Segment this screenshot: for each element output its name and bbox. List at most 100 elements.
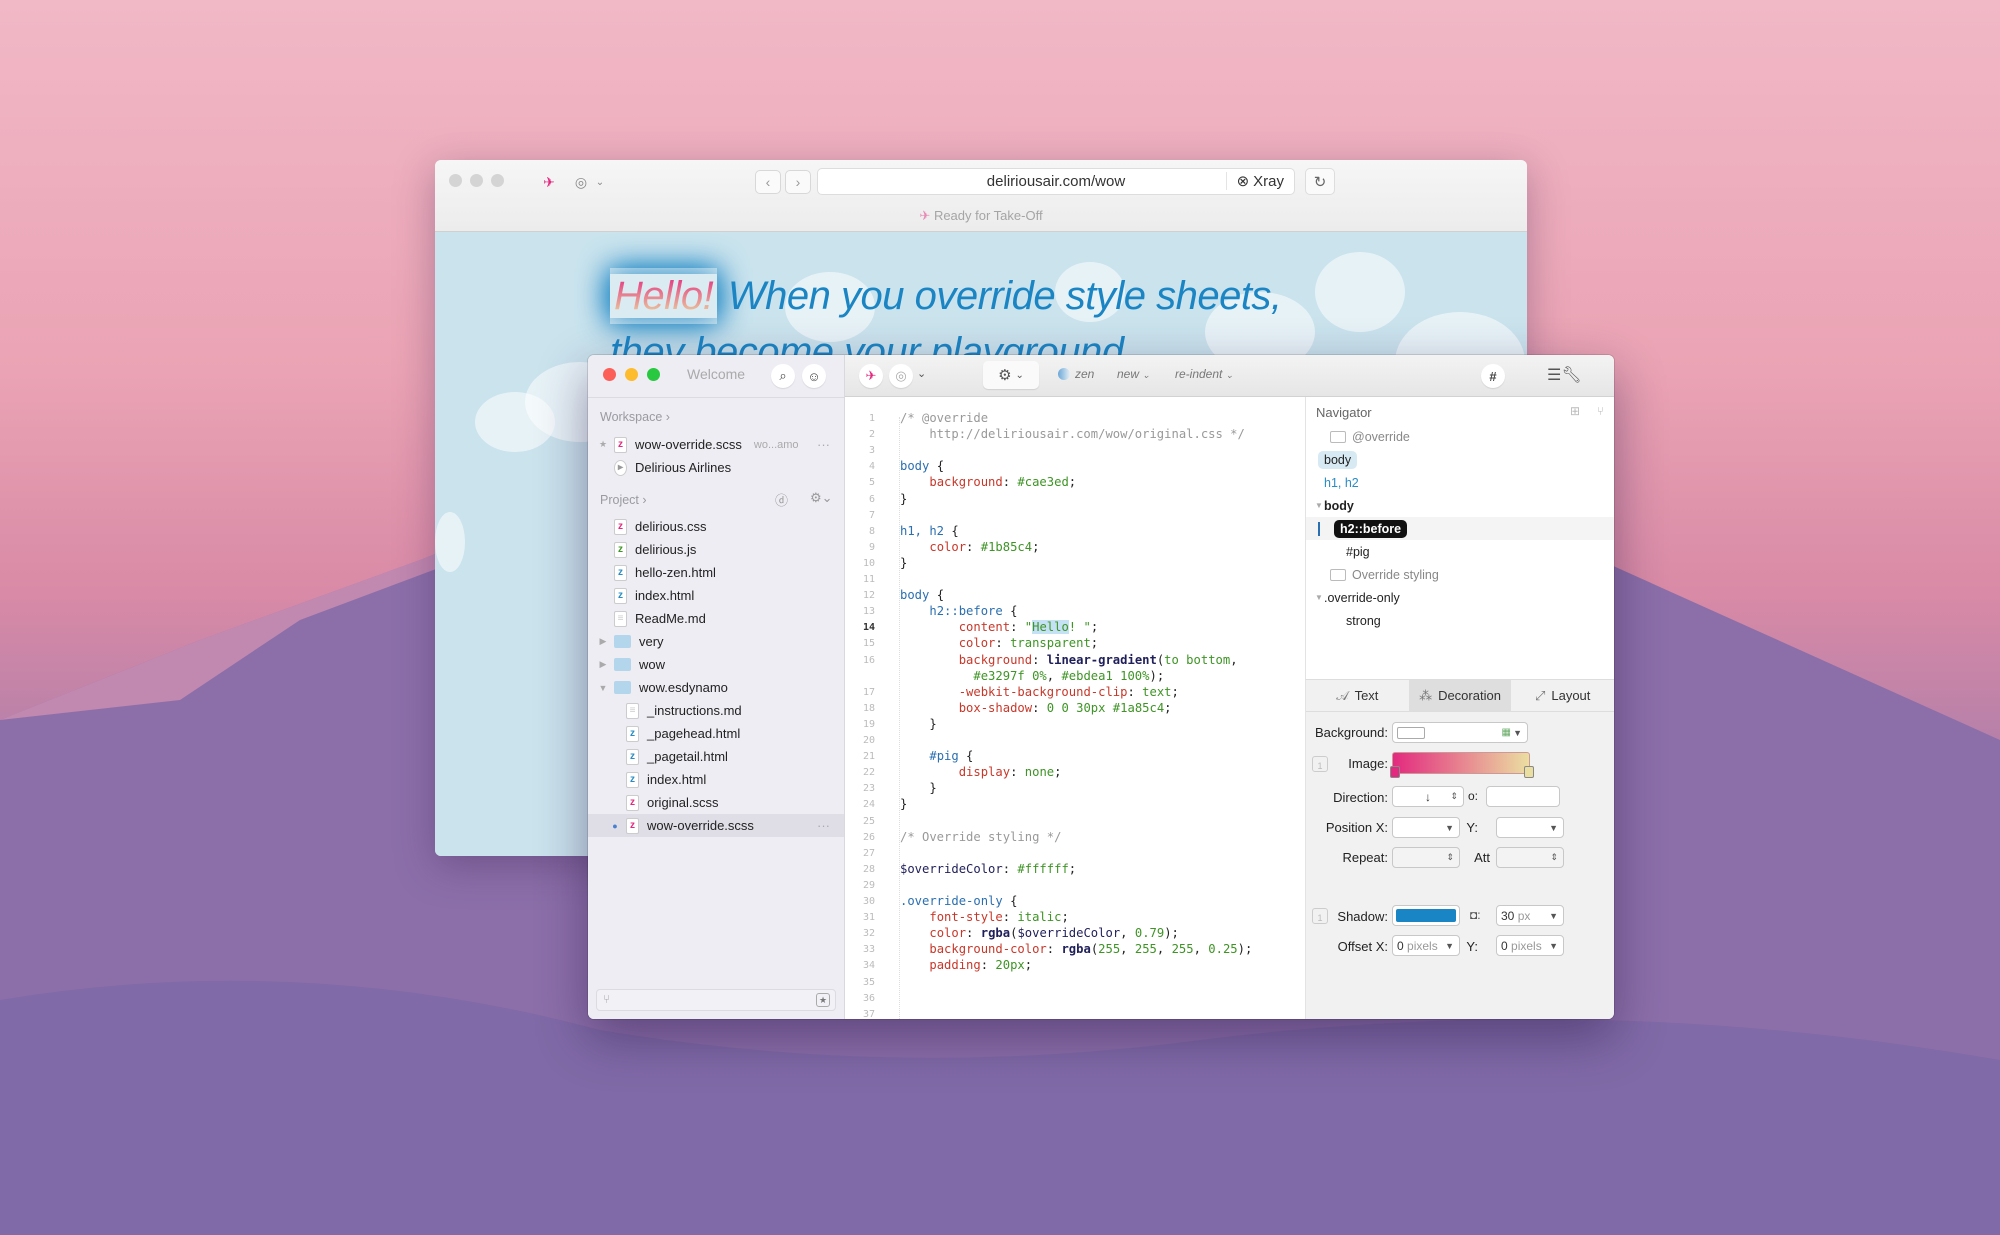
zen-button[interactable]: zen xyxy=(1058,367,1094,381)
project-item[interactable]: z index.html xyxy=(588,768,844,791)
settings-menu-icon[interactable]: ⚙⌄ xyxy=(810,490,833,506)
cloud-smile-button[interactable]: ☺ xyxy=(802,364,826,388)
navigator-item[interactable]: #pig xyxy=(1306,540,1614,563)
chevron-down-icon[interactable]: ⌄ xyxy=(593,170,607,194)
minimize-button[interactable] xyxy=(470,174,483,187)
direction-stepper[interactable]: ↓ ⇕ xyxy=(1392,786,1464,807)
code-line[interactable]: -webkit-background-clip: text; xyxy=(900,685,1179,699)
reload-button[interactable]: ↻ xyxy=(1305,168,1335,195)
more-icon[interactable]: ··· xyxy=(817,818,830,833)
chevron-down-icon[interactable]: ⌄ xyxy=(917,367,926,380)
target-button[interactable]: ◎ xyxy=(889,364,913,388)
navigator-item[interactable]: body xyxy=(1306,448,1614,471)
disclosure-closed-icon[interactable]: ▶ xyxy=(598,636,608,647)
address-bar[interactable]: deliriousair.com/wow ⊗ Xray xyxy=(817,168,1295,195)
project-item[interactable]: z _pagetail.html xyxy=(588,745,844,768)
project-item[interactable]: z _pagehead.html xyxy=(588,722,844,745)
code-line[interactable]: } xyxy=(900,797,907,811)
code-editor[interactable]: 1 /* @override 2 http://deliriousair.com/w… xyxy=(845,397,1305,1019)
xray-button[interactable]: ⊗ Xray xyxy=(1225,172,1284,190)
code-line[interactable]: $overrideColor: #ffffff; xyxy=(900,862,1076,876)
code-line[interactable]: .override-only { xyxy=(900,894,1017,908)
shadow-color-well[interactable] xyxy=(1392,905,1460,926)
attachment-select[interactable]: ⇕ xyxy=(1496,847,1564,868)
navigator-item[interactable]: h2::before xyxy=(1306,517,1614,540)
code-line[interactable]: body { xyxy=(900,459,944,473)
code-line[interactable]: display: none; xyxy=(900,765,1062,779)
hash-button[interactable]: # xyxy=(1481,364,1505,388)
project-item[interactable]: ▶ very xyxy=(588,630,844,653)
workspace-item[interactable]: ▸ Delirious Airlines xyxy=(588,456,844,479)
gradient-stop-end[interactable] xyxy=(1524,766,1534,778)
tab-decoration[interactable]: ⁂ Decoration xyxy=(1408,680,1512,711)
project-item[interactable]: ≡ ReadMe.md xyxy=(588,607,844,630)
zoom-button[interactable] xyxy=(647,368,660,381)
close-button[interactable] xyxy=(449,174,462,187)
color-swatch[interactable] xyxy=(1397,726,1425,739)
forward-button[interactable]: › xyxy=(785,170,811,194)
new-menu-button[interactable]: new ⌄ xyxy=(1117,367,1150,381)
code-line[interactable]: body { xyxy=(900,588,944,602)
code-line[interactable]: padding: 20px; xyxy=(900,958,1032,972)
code-line[interactable]: #e3297f 0%, #ebdea1 100%); xyxy=(900,669,1164,683)
code-line[interactable]: background-color: rgba(255, 255, 255, 0.… xyxy=(900,942,1252,956)
navigator-item[interactable]: strong xyxy=(1306,609,1614,632)
background-color-field[interactable]: ▦ ▼ xyxy=(1392,722,1528,743)
disclosure-open-icon[interactable]: ▼ xyxy=(1315,593,1323,602)
code-line[interactable]: background: linear-gradient(to bottom, xyxy=(900,653,1238,667)
disclosure-open-icon[interactable]: ▼ xyxy=(598,683,608,693)
reindent-menu-button[interactable]: re-indent ⌄ xyxy=(1175,367,1233,381)
minimize-button[interactable] xyxy=(625,368,638,381)
project-item[interactable]: z original.scss xyxy=(588,791,844,814)
code-line[interactable]: content: "Hello! "; xyxy=(900,620,1098,635)
blur-select[interactable]: 30 px ▼ xyxy=(1496,905,1564,926)
tab-text[interactable]: 𝒜 Text xyxy=(1306,680,1409,711)
workspace-header[interactable]: Workspace › xyxy=(600,410,670,424)
position-x-select[interactable]: ▼ xyxy=(1392,817,1460,838)
code-line[interactable]: color: #1b85c4; xyxy=(900,540,1039,554)
disclosure-open-icon[interactable]: ▼ xyxy=(1315,501,1323,510)
workspace-item[interactable]: ★ z wow-override.scss wo...amo ··· xyxy=(588,433,844,456)
code-line[interactable]: /* @override xyxy=(900,411,988,425)
navigator-item[interactable]: ▼ body xyxy=(1306,494,1614,517)
code-line[interactable]: } xyxy=(900,781,936,795)
compass-button[interactable]: ✈ xyxy=(859,364,883,388)
filter-icon[interactable]: ⑂ xyxy=(1597,404,1604,418)
gradient-editor[interactable] xyxy=(1392,752,1530,774)
code-line[interactable]: } xyxy=(900,492,907,506)
code-line[interactable]: background: #cae3ed; xyxy=(900,475,1076,489)
project-item[interactable]: ● z wow-override.scss ··· xyxy=(588,814,844,837)
gradient-stop-start[interactable] xyxy=(1390,766,1400,778)
compass-icon[interactable]: ✈ xyxy=(537,170,561,194)
sidebar-filter-input[interactable]: ⑂ ★ xyxy=(596,989,836,1011)
code-line[interactable]: } xyxy=(900,717,936,731)
inspector-menu-button[interactable]: ☰🔧︎ xyxy=(1547,365,1582,385)
code-line[interactable]: color: rgba($overrideColor, 0.79); xyxy=(900,926,1179,940)
code-line[interactable]: h2::before { xyxy=(900,604,1017,618)
more-icon[interactable]: ··· xyxy=(817,437,830,452)
project-header[interactable]: Project › xyxy=(600,493,647,507)
degree-input[interactable] xyxy=(1486,786,1560,807)
code-line[interactable]: color: transparent; xyxy=(900,636,1098,650)
back-button[interactable]: ‹ xyxy=(755,170,781,194)
search-button[interactable]: ⌕ xyxy=(771,364,795,388)
offset-x-select[interactable]: 0 pixels ▼ xyxy=(1392,935,1460,956)
code-line[interactable]: box-shadow: 0 0 30px #1a85c4; xyxy=(900,701,1172,715)
code-line[interactable]: #pig { xyxy=(900,749,973,763)
project-item[interactable]: z hello-zen.html xyxy=(588,561,844,584)
navigator-item[interactable]: Override styling xyxy=(1306,563,1614,586)
project-item[interactable]: ▶ wow xyxy=(588,653,844,676)
preview-icon[interactable]: ⓓ xyxy=(775,490,788,509)
project-item[interactable]: ≡ _instructions.md xyxy=(588,699,844,722)
navigator-item[interactable]: h1, h2 xyxy=(1306,471,1614,494)
code-line[interactable]: h1, h2 { xyxy=(900,524,959,538)
project-item[interactable]: ▼ wow.esdynamo xyxy=(588,676,844,699)
target-icon[interactable]: ◎ xyxy=(569,170,593,194)
position-y-select[interactable]: ▼ xyxy=(1496,817,1564,838)
palette-icon[interactable]: ▦ xyxy=(1502,727,1511,738)
tab-layout[interactable]: ⤢ Layout xyxy=(1511,680,1614,711)
project-item[interactable]: z index.html xyxy=(588,584,844,607)
code-line[interactable]: /* Override styling */ xyxy=(900,830,1061,844)
code-line[interactable]: font-style: italic; xyxy=(900,910,1068,924)
close-button[interactable] xyxy=(603,368,616,381)
